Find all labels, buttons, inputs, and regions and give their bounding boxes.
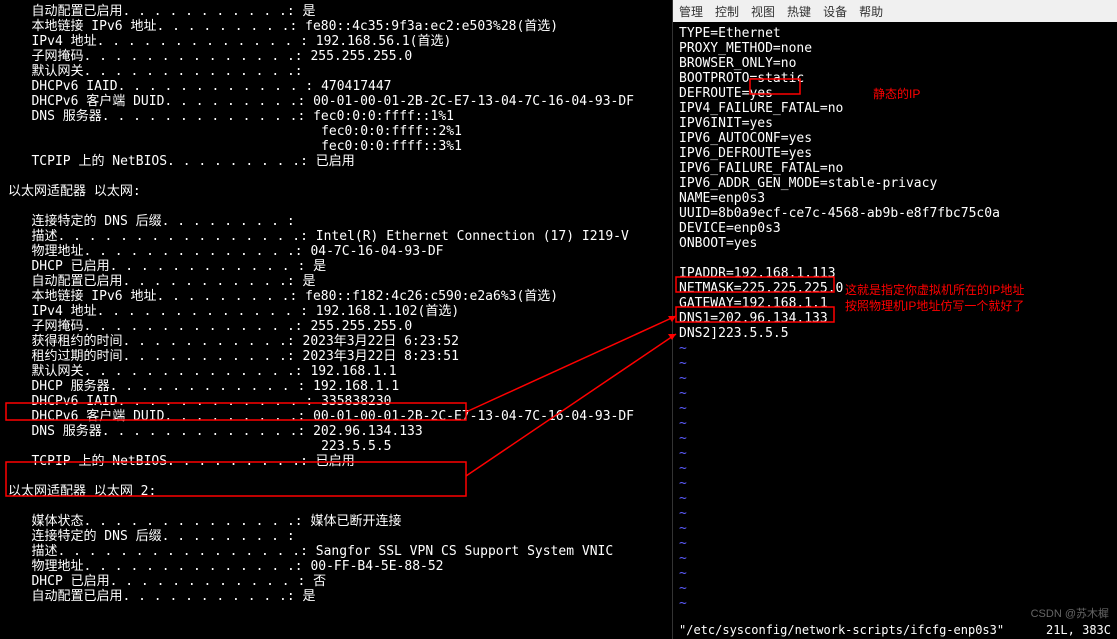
vim-tilde: ~ xyxy=(679,431,1111,446)
vim-line: DEVICE=enp0s3 xyxy=(679,221,1111,236)
menu-item[interactable]: 视图 xyxy=(751,3,775,20)
vim-tilde: ~ xyxy=(679,491,1111,506)
vim-tilde: ~ xyxy=(679,506,1111,521)
menu-item[interactable]: 管理 xyxy=(679,3,703,20)
vim-line: PROXY_METHOD=none xyxy=(679,41,1111,56)
vim-tilde: ~ xyxy=(679,356,1111,371)
cmd-output-pane: 自动配置已启用. . . . . . . . . . .: 是 本地链接 IPv… xyxy=(0,0,672,639)
vim-line xyxy=(679,251,1111,266)
vim-line: BROWSER_ONLY=no xyxy=(679,56,1111,71)
vim-line: IPV6_ADDR_GEN_MODE=stable-privacy xyxy=(679,176,1111,191)
vim-line: IPADDR=192.168.1.113 xyxy=(679,266,1111,281)
annotation-static-ip: 静态的IP xyxy=(873,85,920,102)
vim-line: NAME=enp0s3 xyxy=(679,191,1111,206)
vim-line: IPV6_DEFROUTE=yes xyxy=(679,146,1111,161)
vim-content: TYPE=EthernetPROXY_METHOD=noneBROWSER_ON… xyxy=(673,22,1117,615)
vim-tilde: ~ xyxy=(679,476,1111,491)
menu-item[interactable]: 控制 xyxy=(715,3,739,20)
vim-line: TYPE=Ethernet xyxy=(679,26,1111,41)
vim-tilde: ~ xyxy=(679,371,1111,386)
menu-item[interactable]: 热键 xyxy=(787,3,811,20)
vim-line: BOOTPROTO=static xyxy=(679,71,1111,86)
vim-tilde: ~ xyxy=(679,461,1111,476)
vim-line: IPV6_FAILURE_FATAL=no xyxy=(679,161,1111,176)
vim-status-pos: 21L, 383C xyxy=(1046,623,1111,637)
vim-tilde: ~ xyxy=(679,386,1111,401)
vim-tilde: ~ xyxy=(679,446,1111,461)
watermark: CSDN @苏木樨 xyxy=(1031,605,1109,621)
annotation-ipaddr-1: 这就是指定你虚拟机所在的IP地址 xyxy=(845,281,1024,298)
vim-status-file: "/etc/sysconfig/network-scripts/ifcfg-en… xyxy=(679,623,1004,637)
menu-item[interactable]: 帮助 xyxy=(859,3,883,20)
vim-line: DNS2]223.5.5.5 xyxy=(679,326,1111,341)
vim-line: IPV6INIT=yes xyxy=(679,116,1111,131)
annotation-ipaddr-2: 按照物理机IP地址仿写一个就好了 xyxy=(845,297,1024,314)
vim-status-line: "/etc/sysconfig/network-scripts/ifcfg-en… xyxy=(679,623,1111,637)
vm-menu-bar[interactable]: 管理控制视图热键设备帮助 xyxy=(673,0,1117,22)
vim-pane: 管理控制视图热键设备帮助 TYPE=EthernetPROXY_METHOD=n… xyxy=(672,0,1117,639)
vim-tilde: ~ xyxy=(679,566,1111,581)
vim-tilde: ~ xyxy=(679,416,1111,431)
vim-line: ONBOOT=yes xyxy=(679,236,1111,251)
vim-tilde: ~ xyxy=(679,521,1111,536)
vim-line: UUID=8b0a9ecf-ce7c-4568-ab9b-e8f7fbc75c0… xyxy=(679,206,1111,221)
menu-item[interactable]: 设备 xyxy=(823,3,847,20)
vim-tilde: ~ xyxy=(679,536,1111,551)
vim-tilde: ~ xyxy=(679,401,1111,416)
vim-line: IPV6_AUTOCONF=yes xyxy=(679,131,1111,146)
vim-line: IPV4_FAILURE_FATAL=no xyxy=(679,101,1111,116)
vim-tilde: ~ xyxy=(679,551,1111,566)
vim-tilde: ~ xyxy=(679,341,1111,356)
vim-tilde: ~ xyxy=(679,581,1111,596)
